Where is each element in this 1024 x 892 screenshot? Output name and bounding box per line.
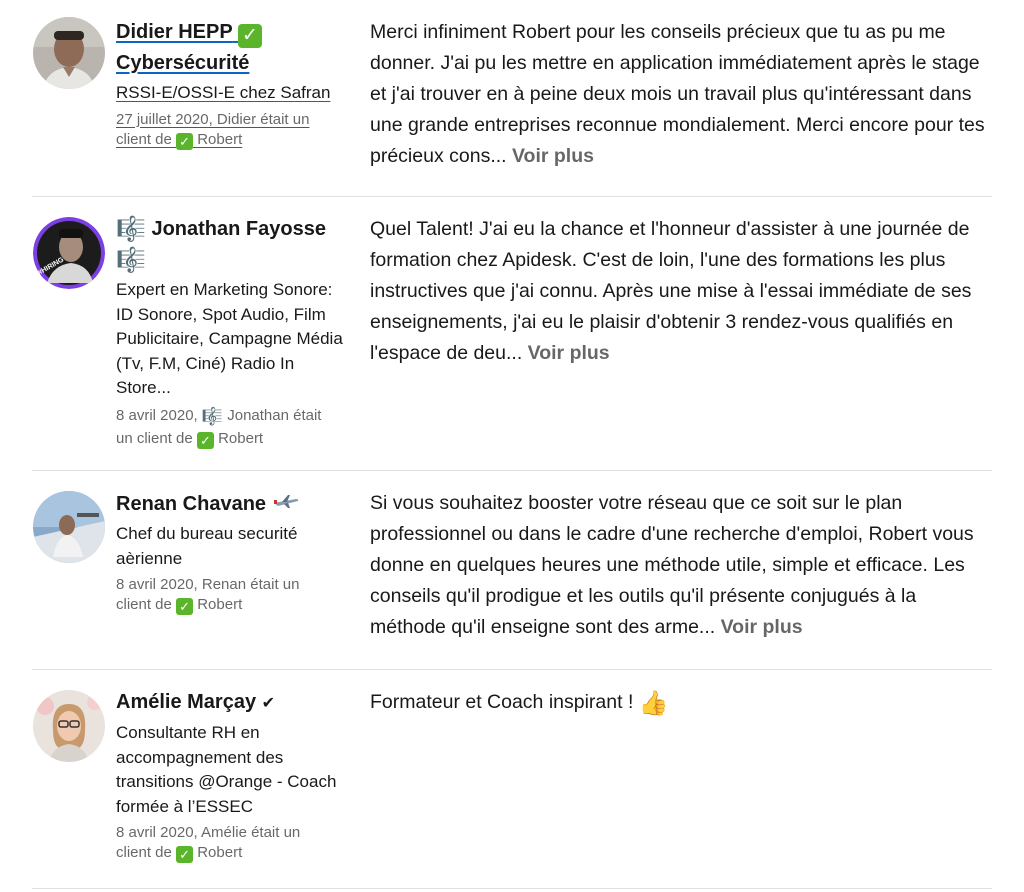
author-headline[interactable]: RSSI-E/OSSI-E chez Safran [116, 81, 351, 106]
author-name[interactable]: 🎼 Jonathan Fayosse 🎼 [116, 214, 351, 276]
check-badge-icon: ✓ [196, 431, 214, 449]
airplane-icon [272, 488, 300, 519]
avatar[interactable] [33, 491, 105, 563]
recommendation-text: Formateur et Coach inspirant ! 👍 [370, 690, 669, 717]
recommendation-text: Merci infiniment Robert pour les conseil… [370, 21, 985, 167]
author-name[interactable]: Didier HEPP ✓ Cybersécurité [116, 17, 351, 79]
author-name[interactable]: Amélie Marçay ✔ [116, 687, 351, 719]
music-notes-icon: 🎼 [116, 247, 146, 274]
check-badge-icon: ✓ [176, 598, 194, 615]
author-info: 🎼 Jonathan Fayosse 🎼 Expert en Marketing… [116, 214, 351, 449]
author-headline[interactable]: Consultante RH en accompagnement des tra… [116, 721, 351, 819]
music-notes-icon: 🎼 [116, 216, 146, 243]
avatar[interactable]: #HIRING [33, 217, 105, 289]
author-info: Renan Chavane Chef du bureau securité aè… [116, 488, 351, 615]
author-headline[interactable]: Chef du bureau securité aèrienne [116, 522, 351, 571]
recommendation-text: Quel Talent! J'ai eu la chance et l'honn… [370, 218, 972, 364]
author-name[interactable]: Renan Chavane [116, 488, 351, 520]
recommendation-meta: 8 avril 2020, Renan était un client de ✓… [116, 576, 300, 615]
check-badge-icon: ✓ [237, 24, 262, 48]
see-more-link[interactable]: Voir plus [512, 145, 594, 167]
author-headline[interactable]: Expert en Marketing Sonore: ID Sonore, S… [116, 278, 351, 401]
recommendation-meta: 8 avril 2020, 🎼 Jonathan était un client… [116, 406, 322, 449]
recommendation-item: Renan Chavane Chef du bureau securité aè… [32, 471, 992, 670]
author-info: Didier HEPP ✓ Cybersécurité RSSI-E/OSSI-… [116, 17, 351, 150]
recommendation-item: Didier HEPP ✓ Cybersécurité RSSI-E/OSSI-… [32, 0, 992, 197]
author-info: Amélie Marçay ✔ Consultante RH en accomp… [116, 687, 351, 863]
see-more-link[interactable]: Voir plus [721, 616, 803, 638]
recommendation-meta: 8 avril 2020, Amélie était un client de … [116, 824, 301, 863]
see-more-link[interactable]: Voir plus [528, 342, 610, 364]
recommendation-meta[interactable]: 27 juillet 2020, Didier était un client … [116, 110, 351, 150]
avatar[interactable] [33, 17, 105, 89]
recommendation-text: Si vous souhaitez booster votre réseau q… [370, 492, 974, 638]
check-badge-icon: ✓ [176, 132, 194, 150]
music-notes-icon: 🎼 [201, 406, 224, 426]
check-badge-icon: ✓ [176, 846, 194, 863]
recommendation-item: Amélie Marçay ✔ Consultante RH en accomp… [32, 670, 992, 889]
recommendation-item: #HIRING 🎼 Jonathan Fayosse 🎼 Expert en M… [32, 197, 992, 471]
thumbs-up-icon: 👍 [638, 690, 669, 717]
checkmark-icon: ✔ [261, 695, 276, 712]
avatar[interactable] [33, 690, 105, 762]
recommendations-list: Didier HEPP ✓ Cybersécurité RSSI-E/OSSI-… [0, 0, 1024, 892]
